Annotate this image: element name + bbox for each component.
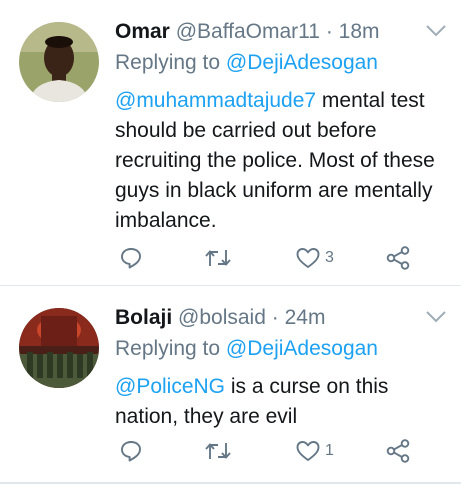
timestamp[interactable]: 24m <box>285 306 326 329</box>
replying-to-link[interactable]: @DejiAdesogan <box>226 51 378 74</box>
separator: · <box>325 20 333 43</box>
action-bar: 1 <box>115 436 445 466</box>
tweet[interactable]: Bolaji @bolsaid · 24m Replying to @DejiA… <box>0 286 461 487</box>
reply-button[interactable] <box>119 243 143 273</box>
avatar[interactable] <box>19 22 99 102</box>
reply-icon <box>121 248 141 269</box>
chevron-down-icon[interactable] <box>425 310 447 324</box>
retweet-button[interactable] <box>203 243 233 273</box>
heart-icon <box>296 248 320 268</box>
separator: · <box>271 306 279 329</box>
share-button[interactable] <box>385 243 411 273</box>
timestamp[interactable]: 18m <box>339 20 380 43</box>
replying-to: Replying to @DejiAdesogan <box>115 49 378 77</box>
tweet[interactable]: Omar @BaffaOmar11 · 18m Replying to @Dej… <box>0 0 461 285</box>
share-icon <box>386 439 410 463</box>
share-button[interactable] <box>385 436 411 466</box>
avatar[interactable] <box>19 308 99 388</box>
replying-to: Replying to @DejiAdesogan <box>115 335 378 363</box>
like-count: 3 <box>325 249 334 266</box>
display-name[interactable]: Bolaji <box>115 306 172 329</box>
retweet-button[interactable] <box>203 436 233 466</box>
username[interactable]: @BaffaOmar11 <box>176 20 320 43</box>
reply-button[interactable] <box>119 436 143 466</box>
retweet-icon <box>205 250 231 266</box>
chevron-down-icon[interactable] <box>425 24 447 38</box>
like-button[interactable]: 1 <box>295 436 334 466</box>
tweet-header: Bolaji @bolsaid · 24m <box>115 304 325 332</box>
tweet-text: @muhammadtajude7 mental test should be c… <box>115 86 455 236</box>
display-name[interactable]: Omar <box>115 20 170 43</box>
mention-link[interactable]: @muhammadtajude7 <box>115 89 316 112</box>
action-bar: 3 <box>115 243 445 273</box>
mention-link[interactable]: @PoliceNG <box>115 375 225 398</box>
username[interactable]: @bolsaid <box>178 306 266 329</box>
divider <box>0 482 461 484</box>
replying-to-label: Replying to <box>115 337 221 360</box>
heart-icon <box>296 441 320 461</box>
replying-to-label: Replying to <box>115 51 221 74</box>
tweet-text: @PoliceNG is a curse on this nation, the… <box>115 372 415 432</box>
like-count: 1 <box>325 442 334 459</box>
tweet-header: Omar @BaffaOmar11 · 18m <box>115 18 380 46</box>
like-button[interactable]: 3 <box>295 243 334 273</box>
replying-to-link[interactable]: @DejiAdesogan <box>226 337 378 360</box>
retweet-icon <box>205 443 231 459</box>
reply-icon <box>121 441 141 462</box>
share-icon <box>386 246 410 270</box>
